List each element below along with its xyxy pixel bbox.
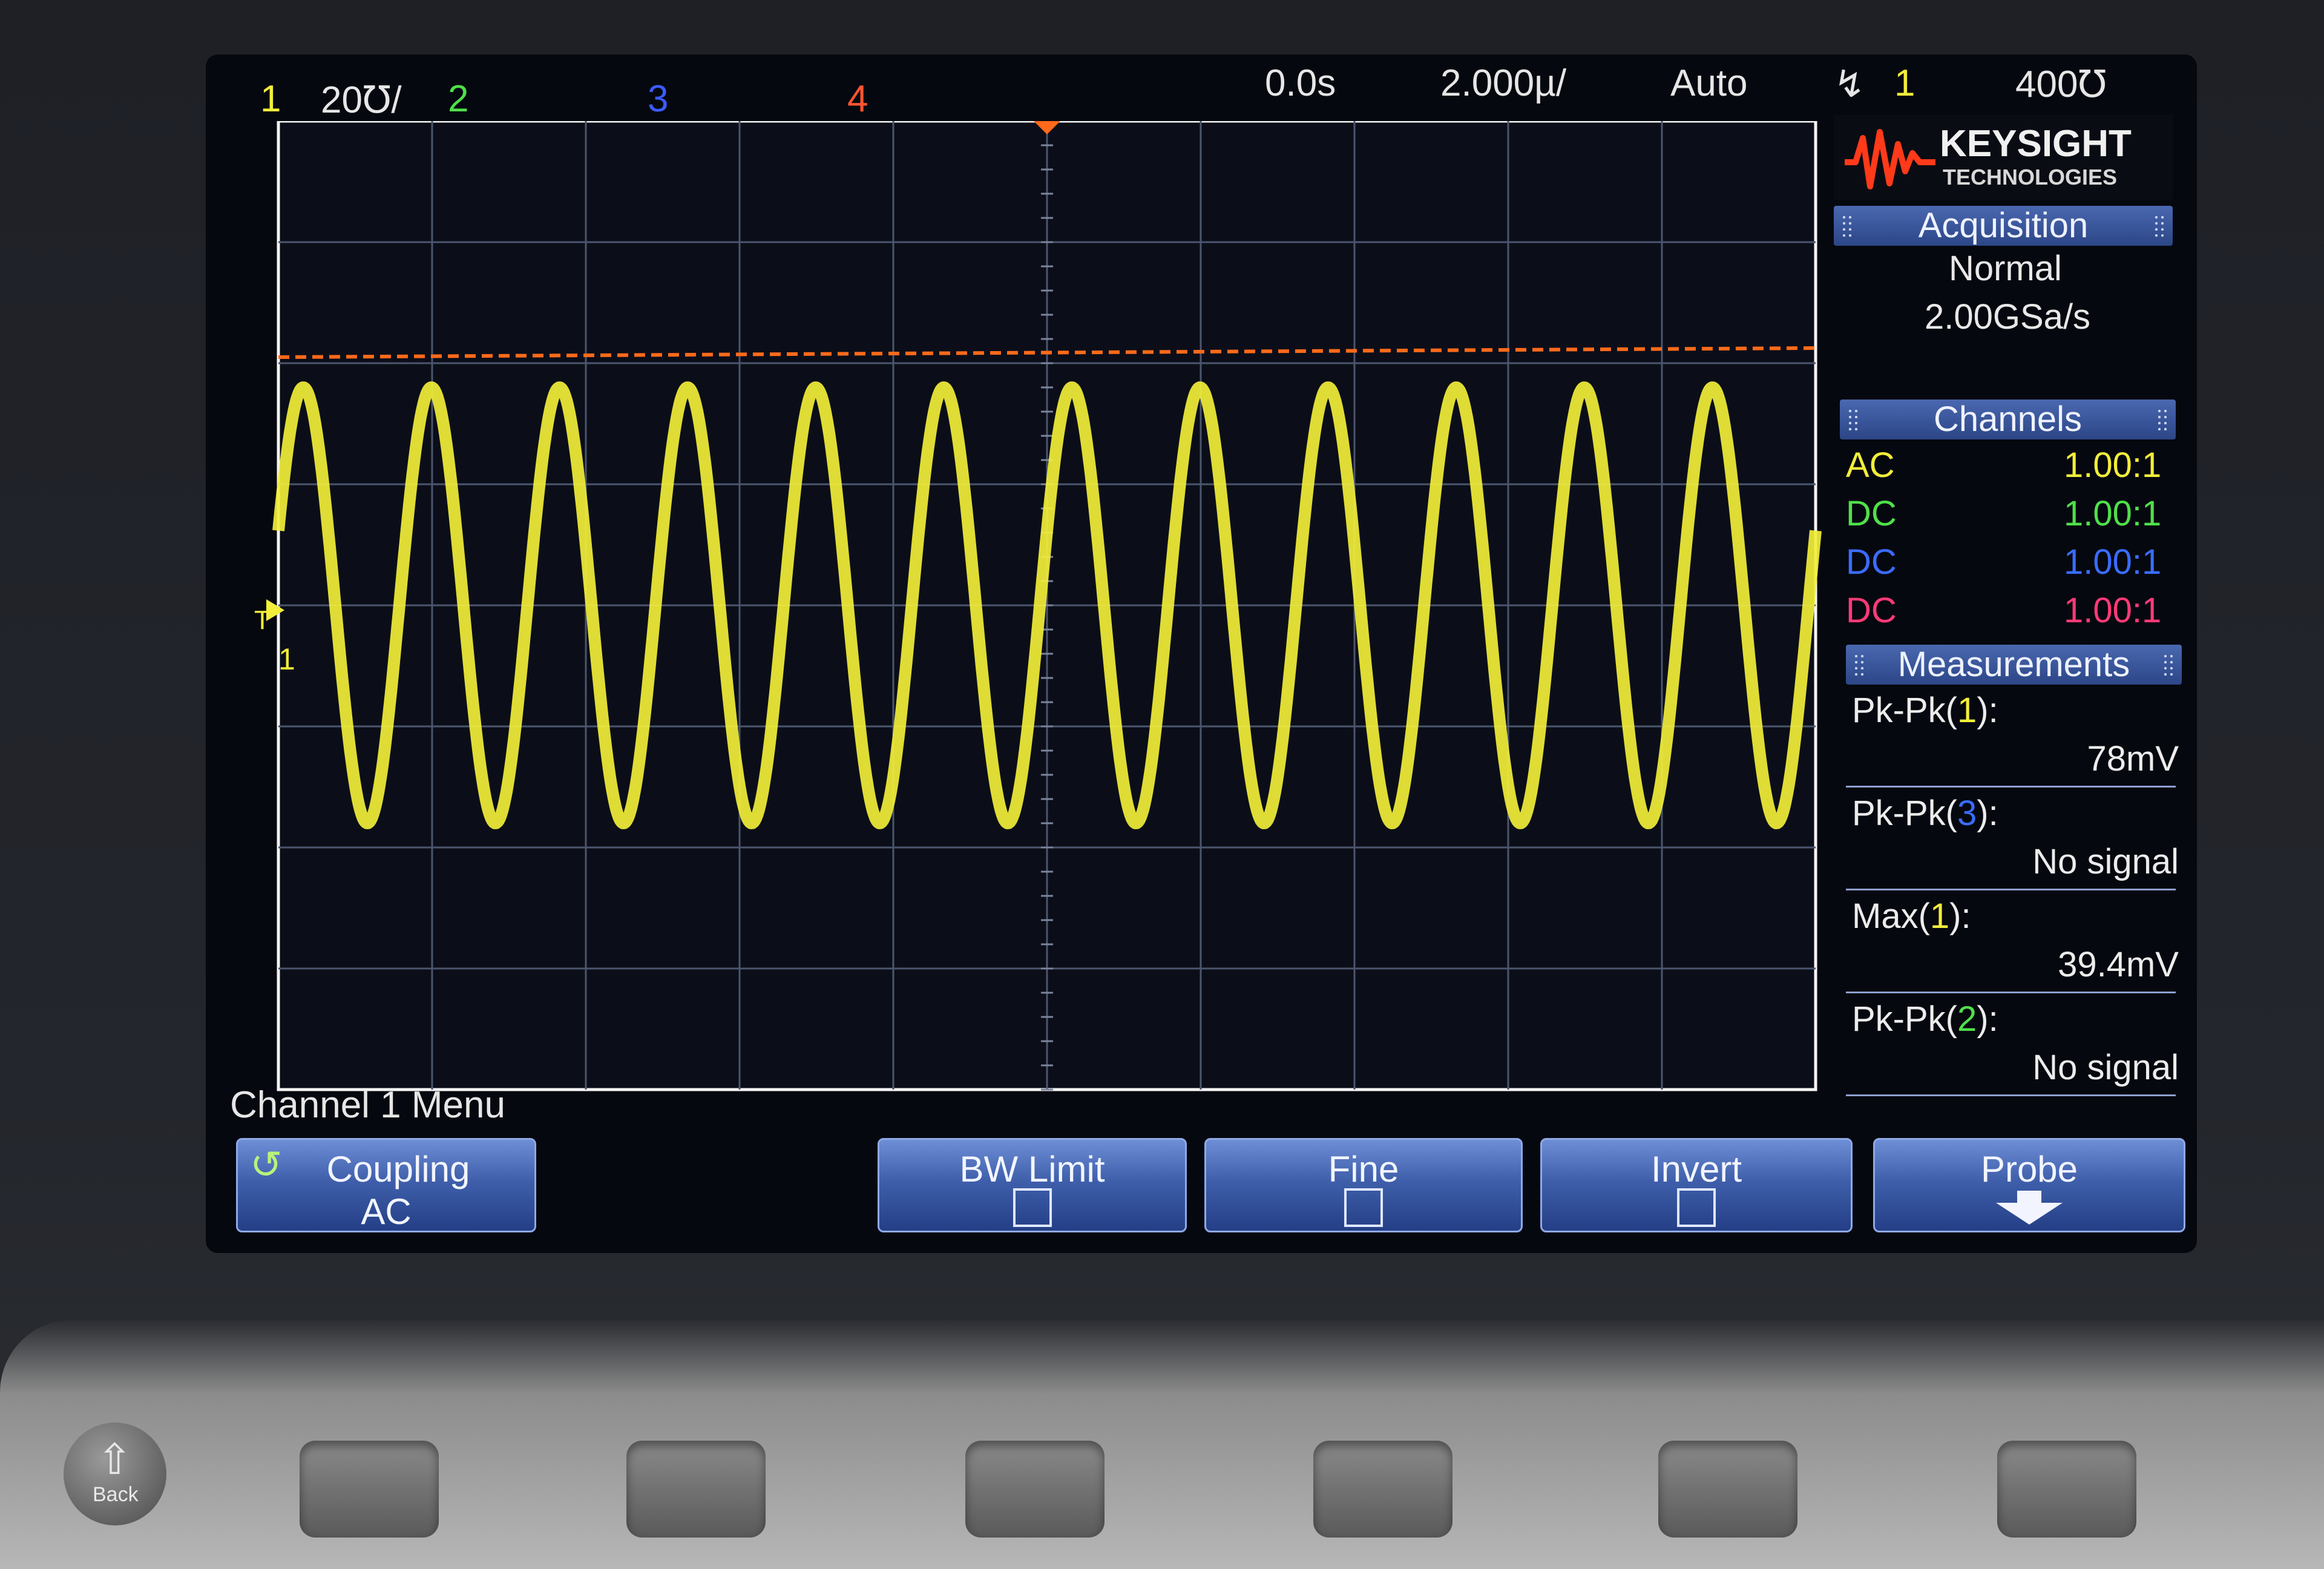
waveform-area[interactable]: T 1	[254, 121, 1864, 1102]
arrow-up-icon: ⇧	[97, 1436, 133, 1483]
time-scale[interactable]: 2.000µ/	[1440, 62, 1566, 105]
fine-checkbox[interactable]	[1344, 1188, 1383, 1227]
channel-3-probe: 1.00:1	[2064, 542, 2162, 582]
softkey-button-3[interactable]	[965, 1441, 1105, 1538]
bw-limit-label: BW Limit	[959, 1149, 1105, 1189]
measurement-value: 39.4mV	[2058, 945, 2179, 984]
grip-icon	[2153, 214, 2165, 237]
measurement-label: Pk-Pk(3):	[1852, 793, 1998, 834]
grip-icon	[1853, 653, 1865, 676]
grip-icon	[1847, 408, 1859, 431]
time-delay[interactable]: 0.0s	[1265, 62, 1336, 105]
measurement-label-suffix: ):	[1977, 999, 1998, 1039]
grip-icon	[1841, 214, 1853, 237]
invert-softkey[interactable]: Invert	[1540, 1138, 1853, 1232]
bw-limit-checkbox[interactable]	[1013, 1188, 1052, 1227]
brand-sub: TECHNOLOGIES	[1943, 165, 2118, 189]
measurement-label-prefix: Pk-Pk(	[1852, 794, 1957, 833]
measurement-value: 78mV	[2087, 739, 2179, 778]
graticule	[266, 121, 1822, 1091]
fine-label: Fine	[1328, 1149, 1399, 1189]
coupling-softkey[interactable]: ↺ Coupling AC	[236, 1138, 536, 1232]
measurement-label-prefix: Pk-Pk(	[1852, 691, 1957, 730]
coupling-value: AC	[361, 1191, 412, 1232]
back-label: Back	[93, 1483, 139, 1506]
keysight-wave-icon	[1845, 129, 1935, 189]
arrow-down-icon	[1996, 1191, 2063, 1225]
menu-title: Channel 1 Menu	[230, 1084, 505, 1126]
keysight-logo: KEYSIGHT TECHNOLOGIES	[1834, 115, 2173, 200]
channels-header: Channels	[1840, 400, 2176, 439]
measurement-divider	[1846, 992, 2176, 993]
channel-4-coupling: DC	[1846, 591, 1897, 630]
measurements-header-label: Measurements	[1897, 645, 2130, 684]
measurement-divider	[1846, 1094, 2176, 1096]
measurement-label-suffix: ):	[1977, 691, 1998, 730]
softkey-button-4[interactable]	[1313, 1441, 1452, 1538]
grip-icon	[2162, 653, 2175, 676]
measurements-header: Measurements	[1846, 645, 2182, 685]
measurement-channel: 3	[1957, 794, 1977, 833]
measurement-label-suffix: ):	[1949, 896, 1971, 936]
ch2-indicator[interactable]: 2	[448, 77, 468, 120]
measurement-divider	[1846, 889, 2176, 890]
trigger-edge-icon: ↯	[1834, 64, 1865, 105]
softkey-button-5[interactable]	[1658, 1441, 1797, 1538]
measurement-label-suffix: ):	[1977, 794, 1998, 833]
measurement-label-prefix: Max(	[1852, 896, 1930, 936]
grip-icon	[2156, 408, 2168, 431]
trigger-mode[interactable]: Auto	[1670, 62, 1748, 105]
trigger-marker-label: T	[254, 605, 271, 635]
softkey-button-1[interactable]	[300, 1441, 439, 1538]
measurement-label: Pk-Pk(1):	[1852, 690, 1998, 731]
measurement-value: No signal	[2032, 1048, 2179, 1087]
probe-softkey[interactable]: Probe	[1873, 1138, 2185, 1232]
coupling-label: Coupling	[326, 1149, 470, 1189]
info-panel: KEYSIGHT TECHNOLOGIES Acquisition Normal…	[1834, 115, 2182, 1108]
softkey-button-2[interactable]	[626, 1441, 766, 1538]
measurement-label: Max(1):	[1852, 896, 1971, 936]
measurement-label: Pk-Pk(2):	[1852, 999, 1998, 1039]
bw-limit-softkey[interactable]: BW Limit	[878, 1138, 1187, 1232]
channel-1-coupling: AC	[1846, 446, 1895, 485]
measurement-channel: 1	[1929, 896, 1950, 936]
ch1-indicator[interactable]: 1	[260, 77, 281, 120]
trigger-level[interactable]: 400℧	[2015, 62, 2107, 106]
measurement-value: No signal	[2032, 842, 2179, 881]
oscilloscope-screen: 1 20℧/ 2 3 4 0.0s 2.000µ/ Auto ↯ 1 400℧ …	[206, 54, 2197, 1253]
probe-label: Probe	[1980, 1149, 2078, 1189]
softkey-button-6[interactable]	[1997, 1441, 2136, 1538]
acquisition-header-label: Acquisition	[1918, 206, 2089, 245]
measurement-channel: 2	[1957, 999, 1977, 1039]
measurement-channel: 1	[1957, 691, 1977, 730]
measurement-label-prefix: Pk-Pk(	[1852, 999, 1957, 1039]
back-button[interactable]: ⇧ Back	[64, 1423, 166, 1525]
invert-checkbox[interactable]	[1677, 1188, 1716, 1227]
measurement-divider	[1846, 786, 2176, 788]
trigger-source[interactable]: 1	[1894, 62, 1915, 105]
channels-header-label: Channels	[1933, 400, 2083, 439]
acquisition-rate: 2.00GSa/s	[1925, 297, 2091, 337]
ch4-indicator[interactable]: 4	[847, 77, 868, 120]
acquisition-header: Acquisition	[1834, 206, 2173, 246]
channel-2-coupling: DC	[1846, 494, 1897, 533]
ch1-scale[interactable]: 20℧/	[321, 77, 402, 122]
brand-name: KEYSIGHT	[1940, 123, 2132, 165]
channel-2-probe: 1.00:1	[2064, 494, 2162, 533]
fine-softkey[interactable]: Fine	[1204, 1138, 1523, 1232]
invert-label: Invert	[1650, 1149, 1742, 1189]
status-bar: 1 20℧/ 2 3 4 0.0s 2.000µ/ Auto ↯ 1 400℧	[206, 54, 2197, 121]
ch3-indicator[interactable]: 3	[648, 77, 668, 120]
channel-3-coupling: DC	[1846, 542, 1897, 582]
channel-4-probe: 1.00:1	[2064, 591, 2162, 630]
channel-1-probe: 1.00:1	[2064, 446, 2162, 485]
acquisition-mode: Normal	[1949, 249, 2062, 288]
ground-marker-label: 1	[278, 642, 295, 676]
